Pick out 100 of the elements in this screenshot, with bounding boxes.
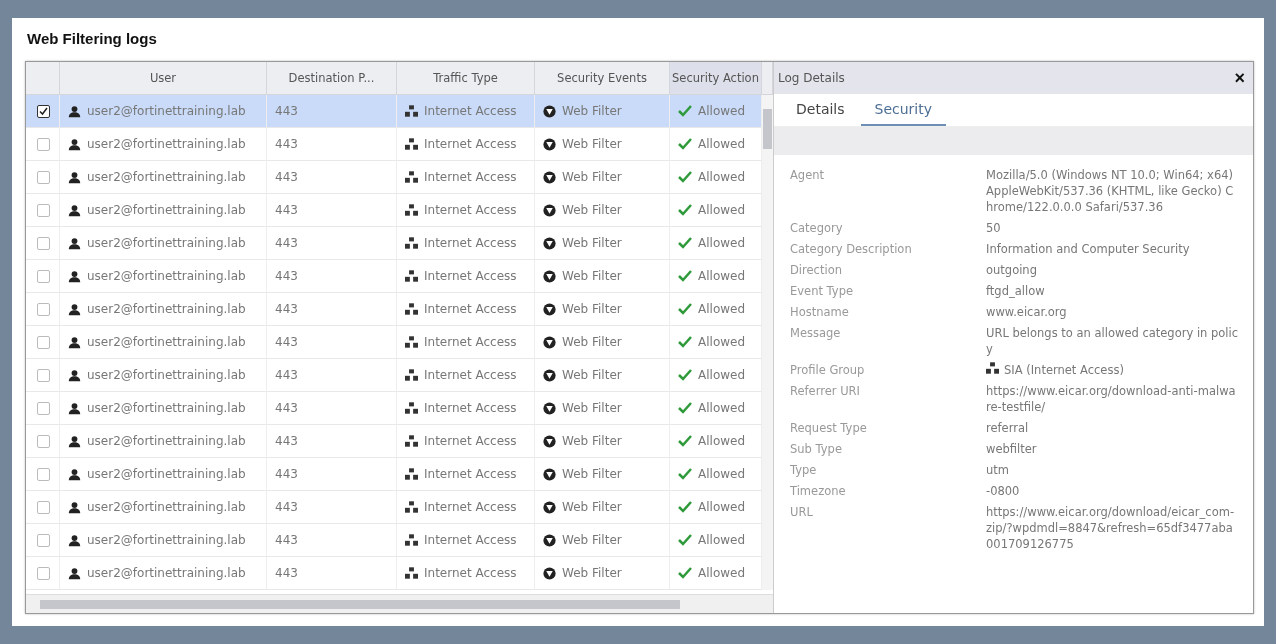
filter-shield-icon bbox=[543, 500, 556, 514]
row-checkbox[interactable] bbox=[37, 566, 50, 580]
column-header[interactable]: Destination P... bbox=[267, 62, 397, 95]
field-value: URL belongs to an allowed category in policy bbox=[986, 325, 1239, 357]
network-icon bbox=[405, 270, 418, 282]
field-value: 50 bbox=[986, 220, 1002, 236]
row-checkbox[interactable] bbox=[37, 236, 50, 250]
field-label: Profile Group bbox=[790, 362, 866, 378]
filter-shield-icon bbox=[543, 236, 556, 250]
user-cell: user2@fortinettraining.lab bbox=[87, 335, 246, 349]
column-header[interactable]: User bbox=[60, 62, 267, 95]
close-button[interactable]: × bbox=[1232, 69, 1247, 87]
row-checkbox[interactable] bbox=[37, 467, 50, 481]
traffic-type-cell: Internet Access bbox=[424, 269, 517, 283]
field-value: https://www.eicar.org/download/eicar_com-zip/?wpdmdl=8847&refresh=65df3477aba001709126775 bbox=[986, 504, 1236, 552]
field-label: Type bbox=[790, 462, 818, 478]
field-label: Direction bbox=[790, 262, 843, 278]
traffic-type-cell: Internet Access bbox=[424, 401, 517, 415]
user-icon bbox=[68, 203, 81, 217]
vertical-scrollbar[interactable] bbox=[762, 95, 773, 590]
row-checkbox[interactable] bbox=[37, 335, 50, 349]
field-label: Category bbox=[790, 220, 844, 236]
network-icon bbox=[405, 468, 418, 480]
filter-shield-icon bbox=[543, 137, 556, 151]
field-value: www.eicar.org bbox=[986, 304, 1068, 320]
security-action-cell: Allowed bbox=[698, 500, 746, 514]
user-icon bbox=[68, 401, 81, 415]
user-cell: user2@fortinettraining.lab bbox=[87, 401, 246, 415]
security-action-cell: Allowed bbox=[698, 170, 746, 184]
field-label: URL bbox=[790, 504, 814, 521]
horizontal-scrollbar[interactable] bbox=[26, 594, 773, 613]
column-header[interactable]: Security Action bbox=[670, 62, 762, 95]
filter-shield-icon bbox=[543, 302, 556, 316]
security-action-cell: Allowed bbox=[698, 335, 746, 349]
security-event-cell: Web Filter bbox=[562, 170, 622, 184]
security-action-cell: Allowed bbox=[698, 368, 746, 382]
filter-shield-icon bbox=[543, 170, 556, 184]
traffic-type-cell: Internet Access bbox=[424, 500, 517, 514]
check-icon bbox=[678, 204, 692, 216]
user-icon bbox=[68, 236, 81, 250]
user-cell: user2@fortinettraining.lab bbox=[87, 170, 246, 184]
traffic-type-cell: Internet Access bbox=[424, 533, 517, 547]
port-cell: 443 bbox=[275, 434, 298, 448]
traffic-type-cell: Internet Access bbox=[424, 236, 517, 250]
security-event-cell: Web Filter bbox=[562, 236, 622, 250]
user-icon bbox=[68, 467, 81, 481]
traffic-type-cell: Internet Access bbox=[424, 368, 517, 382]
field-label: Timezone bbox=[790, 483, 847, 499]
user-cell: user2@fortinettraining.lab bbox=[87, 236, 246, 250]
security-action-cell: Allowed bbox=[698, 401, 746, 415]
row-checkbox[interactable] bbox=[37, 401, 50, 415]
row-checkbox[interactable] bbox=[37, 269, 50, 283]
user-icon bbox=[68, 434, 81, 448]
port-cell: 443 bbox=[275, 170, 298, 184]
port-cell: 443 bbox=[275, 533, 298, 547]
security-event-cell: Web Filter bbox=[562, 368, 622, 382]
panel-title: Web Filtering logs bbox=[26, 29, 158, 49]
network-icon bbox=[405, 303, 418, 315]
security-event-cell: Web Filter bbox=[562, 269, 622, 283]
row-checkbox[interactable] bbox=[37, 137, 50, 151]
security-action-cell: Allowed bbox=[698, 269, 746, 283]
security-action-cell: Allowed bbox=[698, 566, 746, 580]
column-header[interactable]: Traffic Type bbox=[397, 62, 535, 95]
user-cell: user2@fortinettraining.lab bbox=[87, 137, 246, 151]
security-event-cell: Web Filter bbox=[562, 401, 622, 415]
column-header[interactable]: Security Events bbox=[535, 62, 670, 95]
user-cell: user2@fortinettraining.lab bbox=[87, 500, 246, 514]
port-cell: 443 bbox=[275, 203, 298, 217]
network-icon bbox=[405, 435, 418, 447]
row-checkbox[interactable] bbox=[37, 500, 50, 514]
user-icon bbox=[68, 368, 81, 382]
row-checkbox[interactable] bbox=[37, 104, 50, 118]
user-cell: user2@fortinettraining.lab bbox=[87, 467, 246, 481]
filter-shield-icon bbox=[543, 269, 556, 283]
field-label: Referrer URI bbox=[790, 383, 861, 400]
port-cell: 443 bbox=[275, 104, 298, 118]
field-value: webfilter bbox=[986, 441, 1038, 457]
security-action-cell: Allowed bbox=[698, 203, 746, 217]
row-checkbox[interactable] bbox=[37, 368, 50, 382]
field-value: utm bbox=[986, 462, 1010, 478]
traffic-type-cell: Internet Access bbox=[424, 566, 517, 580]
row-checkbox[interactable] bbox=[37, 302, 50, 316]
port-cell: 443 bbox=[275, 302, 298, 316]
row-checkbox[interactable] bbox=[37, 434, 50, 448]
filter-shield-icon bbox=[543, 467, 556, 481]
field-value: -0800 bbox=[986, 483, 1021, 499]
row-checkbox[interactable] bbox=[37, 533, 50, 547]
details-tab[interactable]: Details bbox=[782, 94, 859, 126]
network-icon bbox=[405, 204, 418, 216]
row-checkbox[interactable] bbox=[37, 203, 50, 217]
network-icon bbox=[405, 501, 418, 513]
security-event-cell: Web Filter bbox=[562, 434, 622, 448]
network-icon bbox=[405, 237, 418, 249]
network-icon bbox=[405, 534, 418, 546]
security-action-cell: Allowed bbox=[698, 236, 746, 250]
check-icon bbox=[678, 303, 692, 315]
field-value: referral bbox=[986, 420, 1030, 436]
field-value: ftgd_allow bbox=[986, 283, 1046, 299]
row-checkbox[interactable] bbox=[37, 170, 50, 184]
port-cell: 443 bbox=[275, 269, 298, 283]
